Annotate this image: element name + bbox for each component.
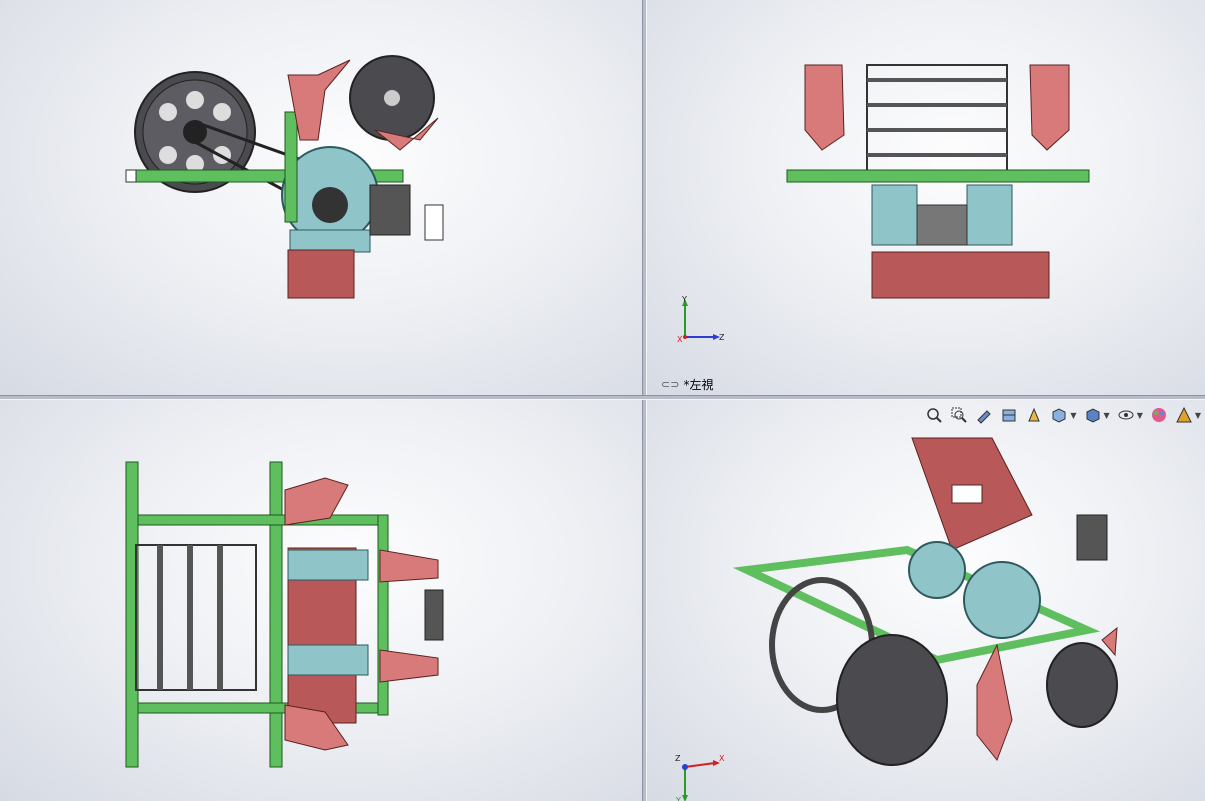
svg-text:X: X: [719, 754, 725, 763]
frame-beam: [786, 169, 1090, 183]
svg-text:X: X: [677, 335, 683, 344]
view-name-label: ⊂⊃ *左視: [661, 378, 714, 392]
viewport-isometric[interactable]: ▼ ▼ ▼ ▼ Z X Y: [647, 400, 1205, 801]
viewport-front[interactable]: [0, 0, 642, 395]
link-views-icon[interactable]: ⊂⊃: [661, 378, 679, 391]
plow-blade: [287, 59, 351, 141]
coordinate-triad: Z X Y: [675, 754, 725, 801]
viewport-splitter-vertical[interactable]: [642, 0, 647, 801]
svg-text:Z: Z: [719, 333, 725, 342]
isometric-view-model[interactable]: [647, 400, 1205, 801]
viewport-left[interactable]: Y Z X ⊂⊃ *左視: [647, 0, 1205, 395]
plow-right: [1029, 64, 1070, 151]
coordinate-triad: Y Z X: [677, 295, 725, 344]
svg-text:Y: Y: [681, 295, 687, 304]
svg-text:Y: Y: [675, 796, 681, 801]
viewport-top[interactable]: [0, 400, 642, 801]
seed-hopper: [287, 249, 355, 299]
viewport-splitter-horizontal[interactable]: [0, 395, 1205, 400]
top-view-model[interactable]: [0, 400, 642, 801]
roller-cage: [135, 544, 257, 691]
svg-text:Z: Z: [675, 754, 681, 763]
plow-left: [804, 64, 845, 151]
seed-hopper: [871, 251, 1050, 299]
front-view-model[interactable]: [0, 0, 642, 395]
